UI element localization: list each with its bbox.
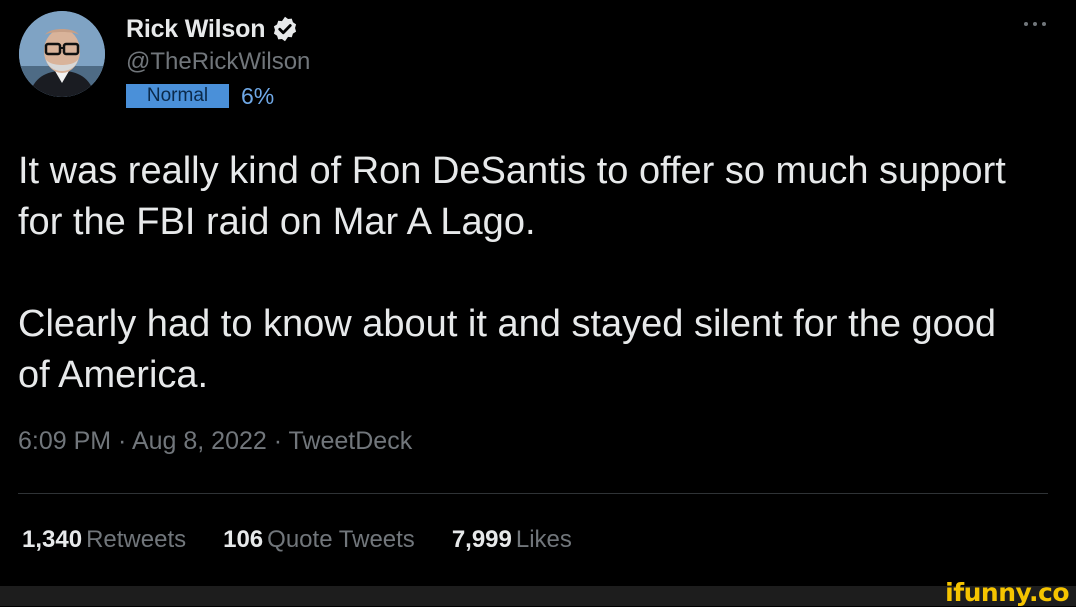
tweet-paragraph-2: Clearly had to know about it and stayed … (18, 303, 997, 396)
likes-stat[interactable]: 7,999 Likes (452, 526, 572, 554)
more-options-icon[interactable] (1024, 22, 1046, 26)
author-block: Rick Wilson @TheRickWilson Normal 6% (126, 12, 310, 109)
tweet-timestamp[interactable]: 6:09 PM · Aug 8, 2022 · TweetDeck (18, 427, 412, 456)
tweet-card: Rick Wilson @TheRickWilson Normal 6% It … (0, 0, 1076, 586)
classification-badge: Normal (126, 84, 229, 108)
quote-tweets-count: 106 (223, 526, 264, 553)
author-name[interactable]: Rick Wilson (126, 15, 265, 44)
tweet-paragraph-1: It was really kind of Ron DeSantis to of… (18, 150, 1006, 243)
retweets-count: 1,340 (22, 526, 83, 553)
tweet-stats: 1,340 Retweets 106 Quote Tweets 7,999 Likes (22, 526, 609, 554)
author-handle[interactable]: @TheRickWilson (126, 48, 310, 78)
classification-percent: 6% (241, 82, 275, 109)
retweets-stat[interactable]: 1,340 Retweets (22, 526, 186, 554)
avatar[interactable] (19, 11, 105, 97)
likes-label: Likes (515, 526, 572, 553)
quote-tweets-label: Quote Tweets (267, 526, 415, 553)
likes-count: 7,999 (451, 526, 512, 553)
watermark-bar: ifunny.co (0, 578, 1076, 607)
quote-tweets-stat[interactable]: 106 Quote Tweets (223, 526, 415, 554)
verified-badge-icon (271, 15, 299, 43)
avatar-image (19, 11, 105, 97)
author-name-row: Rick Wilson (126, 12, 310, 46)
author-tag-row: Normal 6% (126, 83, 310, 109)
divider (18, 493, 1048, 494)
retweets-label: Retweets (86, 526, 187, 553)
tweet-text: It was really kind of Ron DeSantis to of… (18, 146, 1038, 401)
ifunny-watermark: ifunny.co (945, 578, 1069, 607)
more-dot (1024, 22, 1028, 26)
more-dot (1033, 22, 1037, 26)
more-dot (1042, 22, 1046, 26)
